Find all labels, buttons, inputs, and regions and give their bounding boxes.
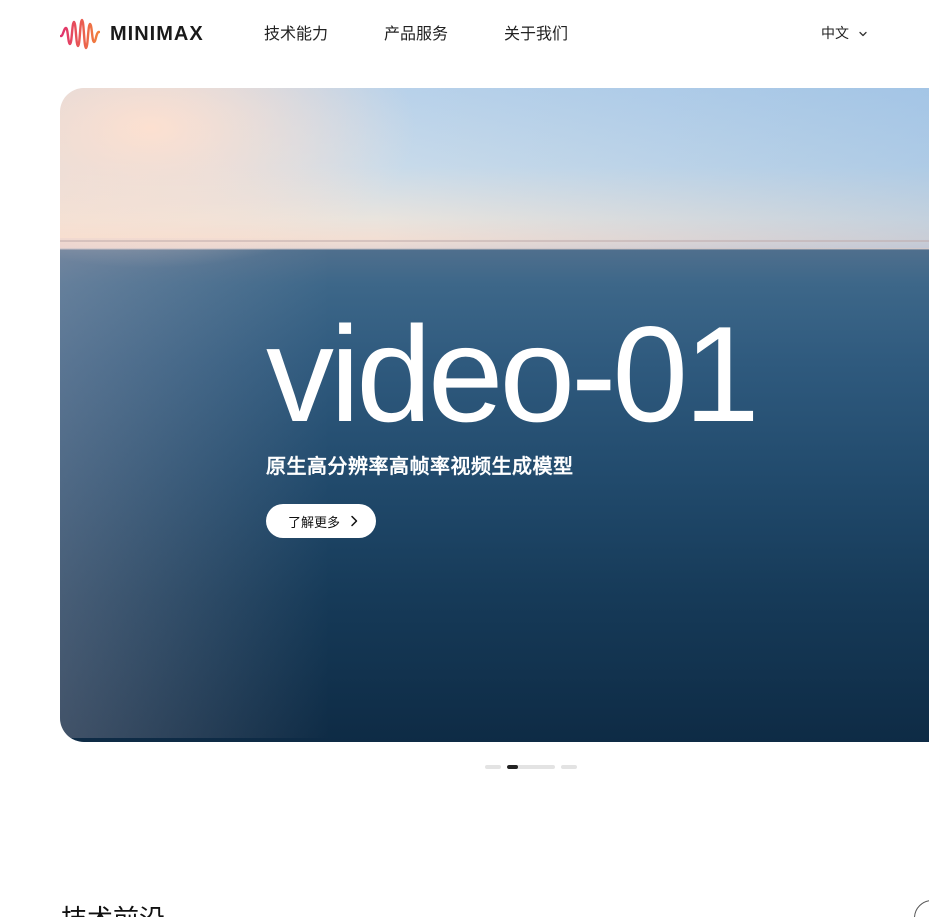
- chevron-right-icon: [351, 515, 358, 527]
- carousel-dot-active[interactable]: [507, 765, 555, 769]
- logo[interactable]: MINIMAX: [60, 18, 204, 50]
- nav-item-tech[interactable]: 技术能力: [264, 22, 328, 46]
- carousel-pagination: [485, 765, 577, 769]
- hero-sky: [60, 88, 929, 248]
- waveform-logo-icon: [60, 18, 100, 50]
- hero-horizon: [60, 240, 929, 242]
- carousel-dot[interactable]: [561, 765, 577, 769]
- hero-content: video-01 原生高分辨率高帧率视频生成模型 了解更多: [266, 298, 760, 538]
- main-nav: 技术能力 产品服务 关于我们: [264, 22, 568, 46]
- learn-more-button[interactable]: 了解更多: [266, 504, 377, 538]
- hero-banner[interactable]: video-01 原生高分辨率高帧率视频生成模型 了解更多: [60, 88, 929, 742]
- chevron-down-icon: [859, 31, 867, 37]
- hero-title: video-01: [266, 298, 760, 450]
- scroll-nav-button[interactable]: [914, 900, 929, 917]
- carousel-dot[interactable]: [485, 765, 501, 769]
- site-header: MINIMAX 技术能力 产品服务 关于我们 中文: [0, 0, 929, 68]
- section-title: 技术前沿: [61, 902, 165, 917]
- logo-text: MINIMAX: [110, 22, 204, 45]
- nav-item-products[interactable]: 产品服务: [384, 22, 448, 46]
- learn-more-label: 了解更多: [288, 515, 341, 531]
- language-selector[interactable]: 中文: [821, 22, 867, 46]
- carousel-progress: [507, 765, 518, 769]
- nav-item-about[interactable]: 关于我们: [504, 22, 568, 46]
- page: MINIMAX 技术能力 产品服务 关于我们 中文 video-01 原生高分辨…: [0, 0, 929, 917]
- hero-subtitle: 原生高分辨率高帧率视频生成模型: [266, 454, 574, 478]
- language-label: 中文: [821, 26, 849, 42]
